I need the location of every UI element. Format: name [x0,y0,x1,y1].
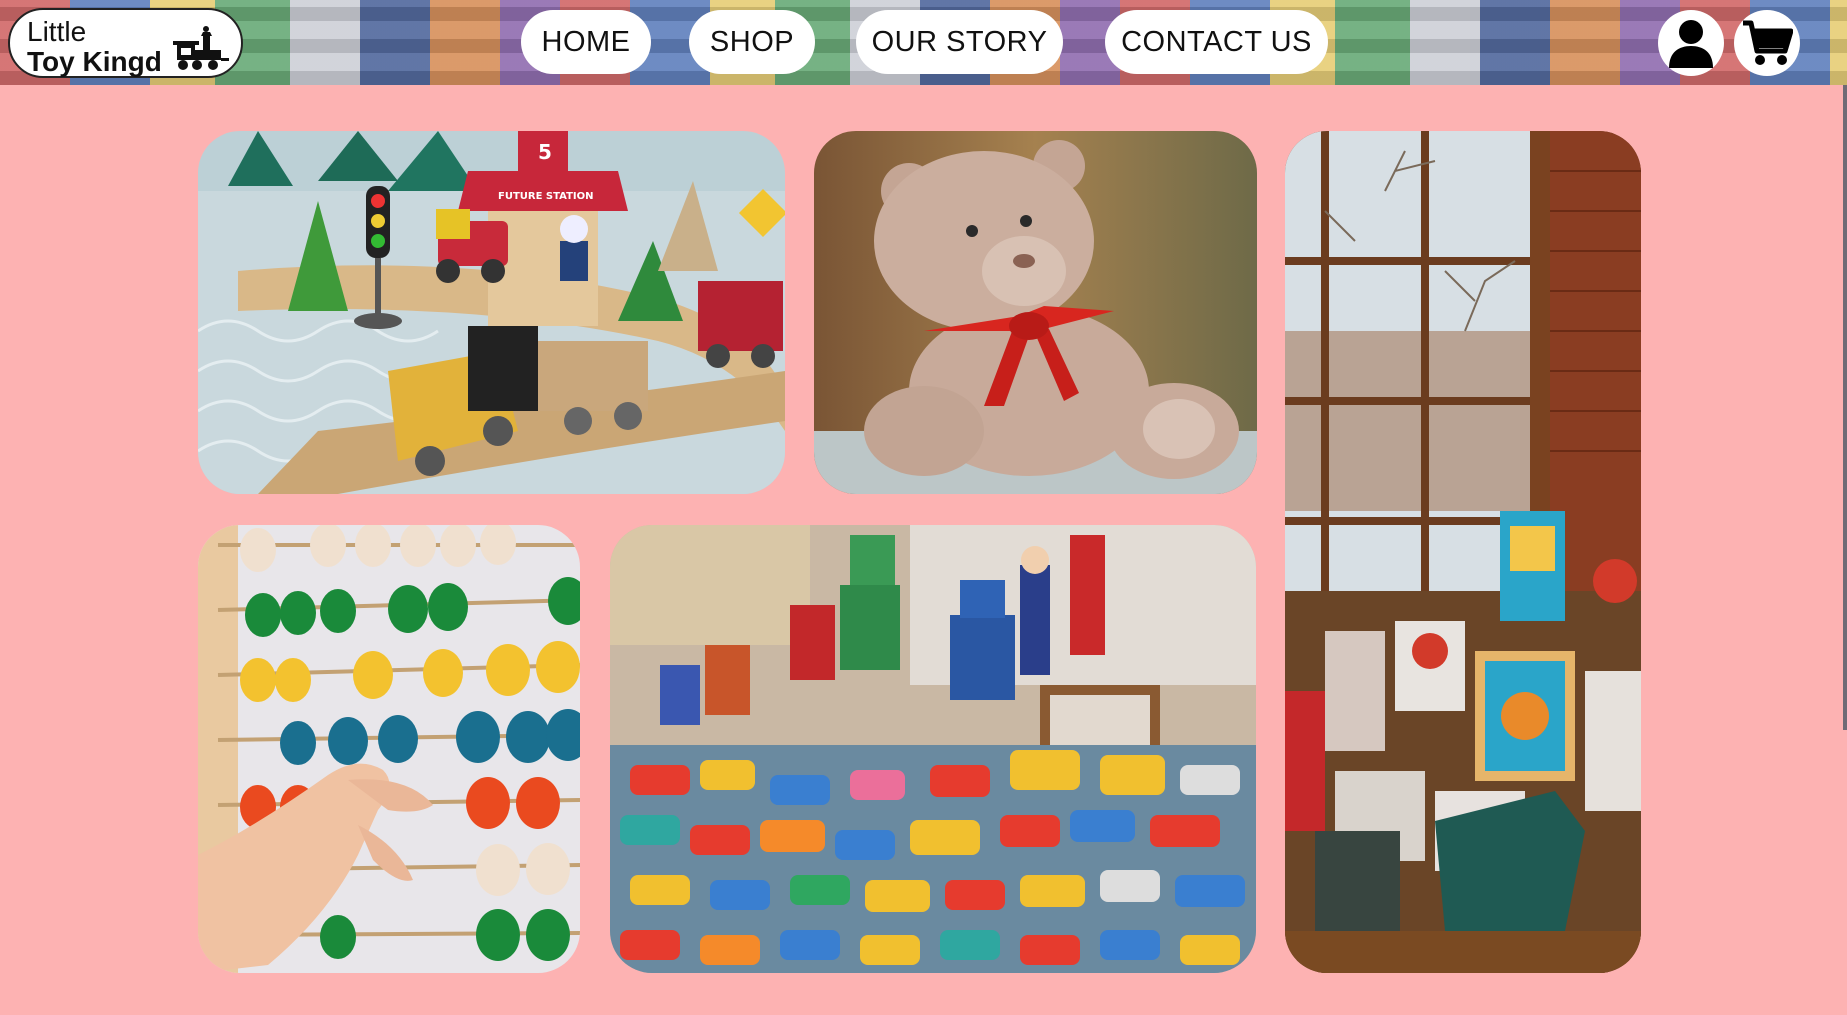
user-icon [1669,20,1713,68]
photo-abacus [198,525,580,973]
photo-toy-robots-and-cars [610,525,1256,973]
station-sign: FUTURE STATION [498,191,594,202]
station-number: 5 [538,140,552,164]
nav-our-story[interactable]: OUR STORY [856,10,1063,74]
train-icon [173,26,229,70]
photo-toy-store-window [1285,131,1641,973]
site-logo[interactable]: Little Toy Kingd [8,8,243,78]
logo-text-line1: Little [27,16,87,47]
account-button[interactable] [1658,10,1724,76]
scrollbar-track[interactable] [1843,85,1847,730]
cart-button[interactable] [1734,10,1800,76]
logo-text-line2: Toy Kingd [27,46,162,77]
shopping-cart-icon [1743,20,1793,65]
photo-toy-train: FUTURE STATION 5 [198,131,785,494]
nav-home[interactable]: HOME [521,10,651,74]
site-header: Little Toy Kingd HOME SHOP OUR STORY CON… [0,0,1847,85]
nav-contact-us[interactable]: CONTACT US [1105,10,1328,74]
photo-teddy-bear [814,131,1257,494]
nav-shop[interactable]: SHOP [689,10,815,74]
